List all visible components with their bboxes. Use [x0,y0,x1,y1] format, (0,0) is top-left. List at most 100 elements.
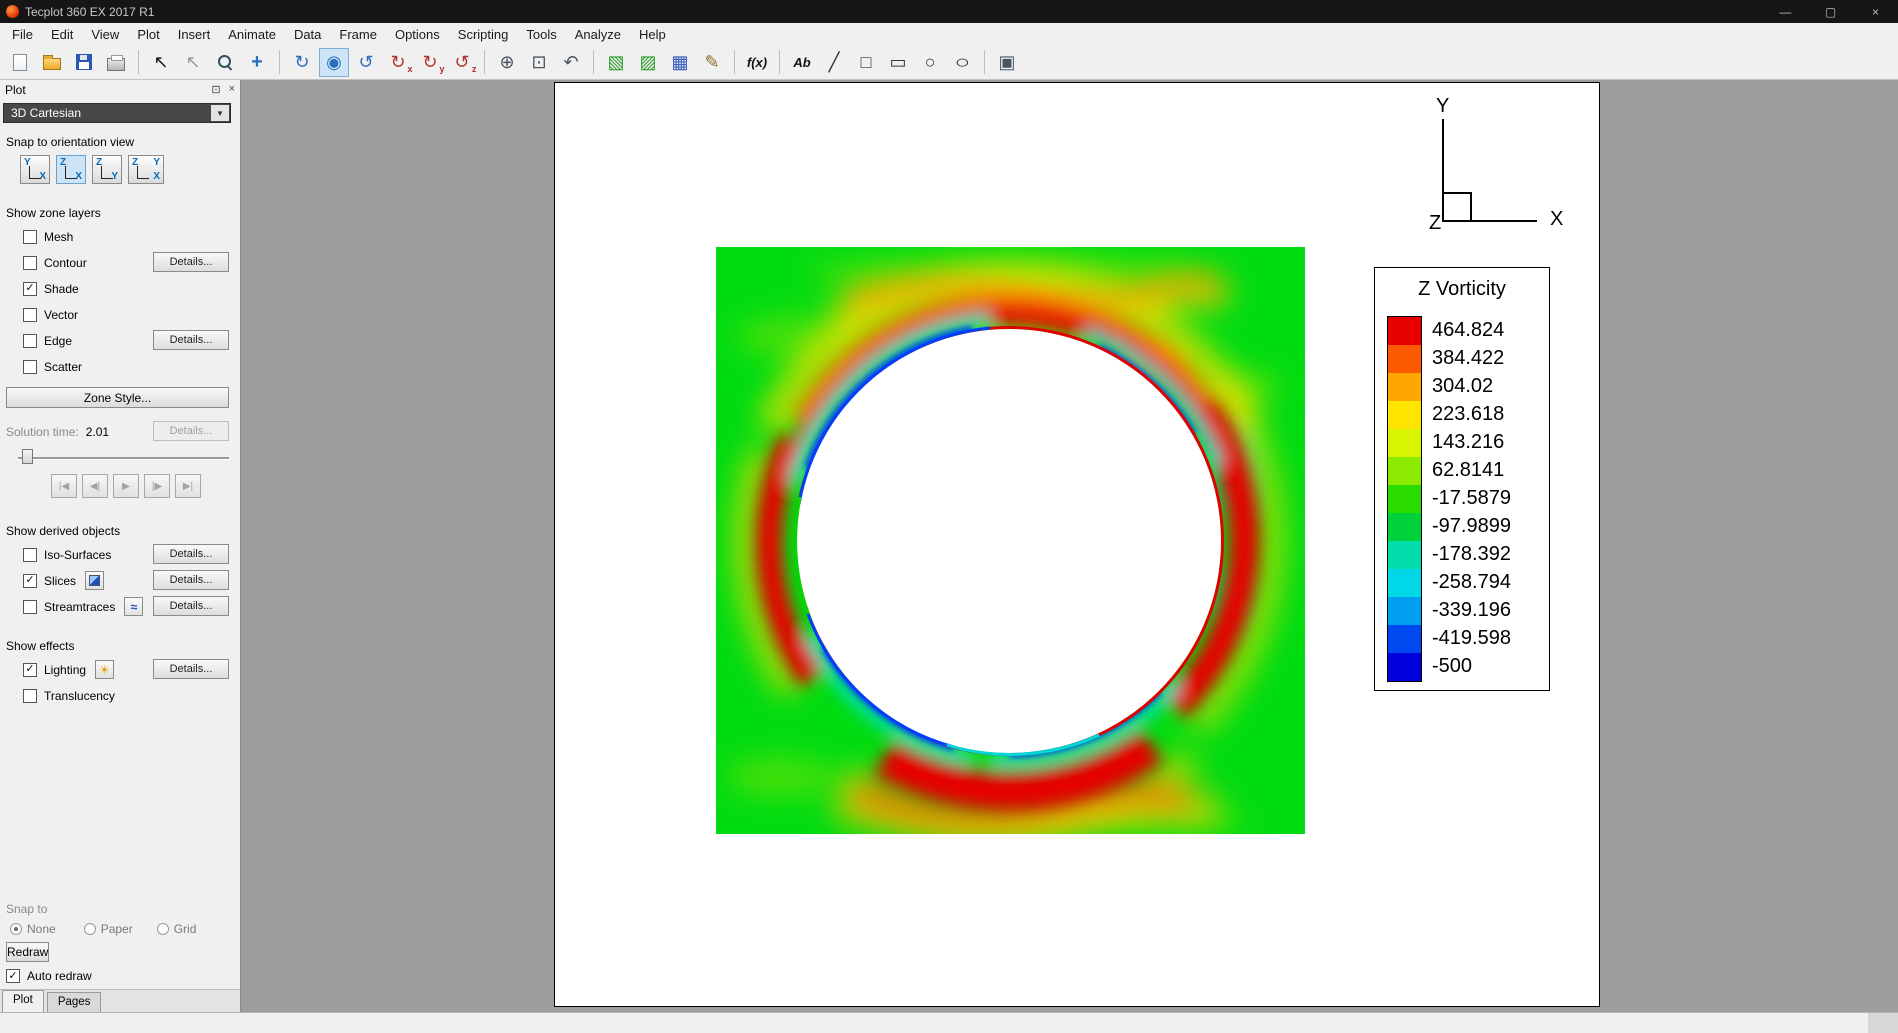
prev-frame-button[interactable]: ◀| [82,474,108,498]
rotate-rollerball-tool[interactable]: ◉ [319,47,349,77]
menu-tools[interactable]: Tools [517,25,565,44]
orientation-view-zxy-button[interactable]: ZXY [128,155,164,184]
plot-type-dropdown[interactable]: 3D Cartesian ▼ [3,103,231,123]
derived-iso-surfaces-details-button[interactable]: Details... [153,544,229,564]
add-line-button[interactable]: ╱ [819,48,849,77]
effect-lighting-checkbox[interactable]: ✓ [23,662,37,677]
menu-edit[interactable]: Edit [42,25,82,44]
menu-animate[interactable]: Animate [219,25,285,44]
resize-grip[interactable] [1868,1013,1898,1033]
auto-redraw-row: ✓ Auto redraw [0,965,240,987]
first-frame-button[interactable]: |◀ [51,474,77,498]
selector-tool[interactable]: ↖ [146,48,176,77]
add-rectangle-button[interactable]: ▭ [883,48,913,77]
snap-option-paper[interactable]: Paper [83,922,133,936]
rotate-twist-tool[interactable]: ↺ [351,48,381,77]
add-square-button[interactable]: □ [851,48,881,77]
vorticity-contour-plot[interactable] [716,247,1305,847]
snap-option-grid[interactable]: Grid [156,922,196,936]
fit-view-button-glyph: ⊡ [531,52,547,72]
zone-layer-vector-checkbox[interactable] [23,307,37,322]
snap-option-none[interactable]: None [10,922,56,936]
stream-icon-button[interactable]: ≈ [124,597,144,616]
solution-time-label: Solution time: [6,425,79,439]
redraw-button[interactable]: Redraw [6,942,50,962]
quick-edit-button[interactable]: ✎ [697,48,727,77]
orientation-view-yx-button[interactable]: YX [20,155,50,184]
zone-layer-contour-details-button[interactable]: Details... [153,252,229,272]
derived-slices-details-button[interactable]: Details... [153,570,229,590]
open-layout-button[interactable] [37,48,67,77]
zone-layer-edge-checkbox[interactable] [23,333,37,348]
solution-time-details-button[interactable]: Details... [153,421,229,441]
menu-frame[interactable]: Frame [330,25,386,44]
light-icon-button[interactable]: ☀ [95,660,115,679]
orientation-view-zy-button[interactable]: ZY [92,155,122,184]
legend-value: -17.5879 [1432,487,1511,509]
tab-pages[interactable]: Pages [46,992,102,1012]
menu-scripting[interactable]: Scripting [449,25,518,44]
menu-options[interactable]: Options [386,25,449,44]
derived-iso-surfaces-checkbox[interactable] [23,547,37,562]
menu-view[interactable]: View [82,25,128,44]
zone-style-button[interactable]: Zone Style... [6,387,229,408]
mesh-overlay-toggle[interactable]: ▨ [633,48,663,77]
play-button[interactable]: ▶ [113,474,139,498]
zoom-tool[interactable] [210,48,240,77]
fit-view-button[interactable]: ⊡ [524,48,554,77]
frame-order-button-glyph: ▣ [998,52,1016,72]
rotate-x-tool[interactable]: ↻ x [383,48,413,77]
contour-flood-toggle[interactable]: ▧ [601,48,631,77]
save-layout-button[interactable] [69,48,99,77]
print-button[interactable] [101,48,131,77]
close-button[interactable]: × [1853,0,1898,23]
menu-data[interactable]: Data [285,25,330,44]
solution-time-slider[interactable] [18,449,229,465]
add-ellipse-button[interactable]: ○ [947,48,977,77]
zone-layer-mesh-checkbox[interactable] [23,229,37,244]
zone-layer-vector-label: Vector [44,307,79,322]
zone-layer-scatter-checkbox[interactable] [23,359,37,374]
slider-thumb[interactable] [22,449,33,464]
data-spreadsheet-button[interactable]: ▦ [665,48,695,77]
rotate-y-tool[interactable]: ↻ y [415,48,445,77]
close-panel-icon[interactable]: × [229,83,235,96]
slice-icon-button[interactable] [85,571,105,590]
zone-layer-edge-details-button[interactable]: Details... [153,330,229,350]
menu-analyze[interactable]: Analyze [566,25,630,44]
translate-tool[interactable]: + [242,48,272,77]
undo-view-button-glyph: ↶ [563,52,579,72]
add-text-button[interactable]: Ab [787,48,817,77]
menu-help[interactable]: Help [630,25,675,44]
legend-swatch [1388,541,1421,569]
menu-file[interactable]: File [3,25,42,44]
menu-plot[interactable]: Plot [128,25,168,44]
effect-lighting-details-button[interactable]: Details... [153,659,229,679]
minimize-button[interactable]: — [1763,0,1808,23]
zone-layer-shade-checkbox[interactable]: ✓ [23,281,37,296]
adjustor-tool[interactable]: ↖ [178,48,208,77]
orientation-view-zx-button[interactable]: ZX [56,155,86,184]
undo-view-button[interactable]: ↶ [556,48,586,77]
zone-layer-contour-checkbox[interactable] [23,255,37,270]
next-frame-button[interactable]: |▶ [144,474,170,498]
auto-redraw-checkbox[interactable]: ✓ [6,969,20,983]
new-layout-button[interactable] [5,48,35,77]
derived-streamtraces-details-button[interactable]: Details... [153,596,229,616]
rotate-spherical-tool[interactable]: ↻ [287,48,317,77]
frame-order-button[interactable]: ▣ [992,48,1022,77]
menu-insert[interactable]: Insert [169,25,220,44]
plot-frame[interactable]: Y X Z Z Vorticity 464.824 384.422 304.02… [554,82,1600,1007]
float-panel-icon[interactable]: ⊡ [211,83,220,96]
equations-button[interactable]: f(x) [742,48,772,77]
tab-plot[interactable]: Plot [2,990,44,1012]
effect-translucency-checkbox[interactable] [23,688,37,703]
maximize-button[interactable]: ▢ [1808,0,1853,23]
rotate-z-tool[interactable]: ↺ z [447,48,477,77]
last-frame-button[interactable]: ▶| [175,474,201,498]
center-view-button[interactable]: ⊕ [492,48,522,77]
toolbar: ↖ ↖ + ↻ ◉ ↺ ↻ x ↻ y ↺ z ⊕ ⊡ ↶ ▧ ▨ ▦ ✎ f(x) Ab ╱ □ ▭ ○ ○ ▣ [0,45,1898,80]
add-circle-button[interactable]: ○ [915,48,945,77]
derived-streamtraces-checkbox[interactable] [23,599,37,614]
derived-slices-checkbox[interactable]: ✓ [23,573,37,588]
